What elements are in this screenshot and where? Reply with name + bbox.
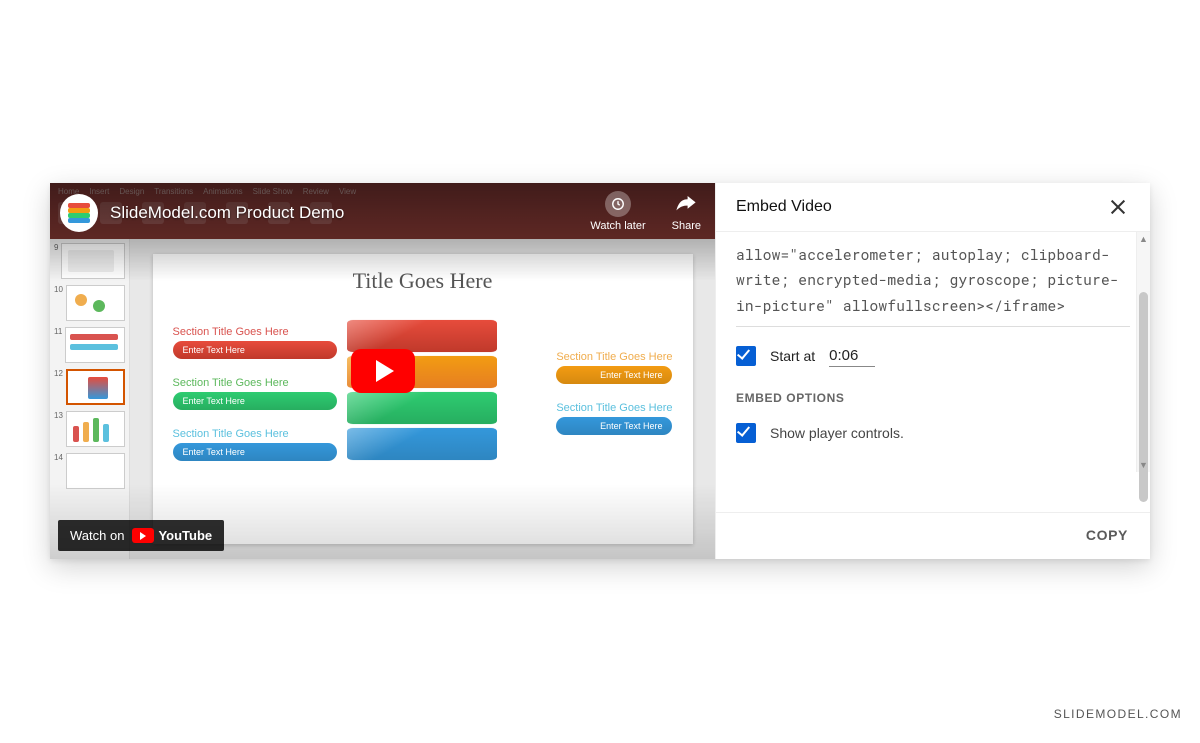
embed-panel-body: allow="accelerometer; autoplay; clipboar… bbox=[716, 232, 1150, 512]
section-block: Section Title Goes Here Enter Text Here bbox=[556, 402, 672, 435]
layer-green bbox=[347, 392, 497, 424]
section-pill: Enter Text Here bbox=[556, 366, 672, 384]
slide-thumbnail[interactable]: 13 bbox=[54, 411, 125, 447]
embed-options-heading: EMBED OPTIONS bbox=[736, 391, 1130, 405]
stacked-layers-graphic bbox=[355, 308, 490, 478]
section-block: Section Title Goes Here Enter Text Here bbox=[173, 428, 337, 461]
show-controls-row: Show player controls. bbox=[736, 423, 1130, 443]
copy-button[interactable]: COPY bbox=[1086, 527, 1128, 543]
clock-icon bbox=[605, 191, 631, 217]
video-top-actions: Watch later Share bbox=[590, 191, 701, 232]
video-preview-pane: Home Insert Design Transitions Animation… bbox=[50, 183, 715, 559]
watch-on-label: Watch on bbox=[70, 528, 124, 543]
slide-left-column: Section Title Goes Here Enter Text Here … bbox=[173, 326, 337, 461]
start-at-row: Start at bbox=[736, 345, 1130, 367]
section-title: Section Title Goes Here bbox=[173, 428, 337, 440]
watch-on-youtube-button[interactable]: Watch on YouTube bbox=[58, 520, 224, 551]
section-block: Section Title Goes Here Enter Text Here bbox=[556, 351, 672, 384]
show-controls-label: Show player controls. bbox=[770, 425, 904, 441]
embed-video-card: Home Insert Design Transitions Animation… bbox=[50, 183, 1150, 559]
youtube-logo: YouTube bbox=[132, 528, 212, 543]
video-title[interactable]: SlideModel.com Product Demo bbox=[110, 203, 344, 223]
embed-panel-title: Embed Video bbox=[736, 198, 832, 216]
slide-canvas: Title Goes Here Section Title Goes Here … bbox=[130, 239, 715, 559]
slide-title: Title Goes Here bbox=[173, 268, 673, 294]
section-pill: Enter Text Here bbox=[556, 417, 672, 435]
embed-code-block[interactable]: allow="accelerometer; autoplay; clipboar… bbox=[736, 242, 1130, 327]
scroll-down-icon[interactable]: ▼ bbox=[1137, 458, 1150, 472]
start-at-input[interactable] bbox=[829, 345, 875, 367]
section-pill: Enter Text Here bbox=[173, 443, 337, 461]
share-icon bbox=[673, 191, 699, 217]
embed-panel: Embed Video allow="accelerometer; autopl… bbox=[715, 183, 1150, 559]
start-at-label: Start at bbox=[770, 348, 815, 364]
powerpoint-workspace: 9 10 11 12 13 14 Title Goes Here Section… bbox=[50, 239, 715, 559]
slide-thumbnail[interactable]: 11 bbox=[54, 327, 125, 363]
slide-thumbnail-selected[interactable]: 12 bbox=[54, 369, 125, 405]
embed-panel-header: Embed Video bbox=[716, 183, 1150, 232]
layer-blue bbox=[347, 428, 497, 460]
embed-panel-footer: COPY bbox=[716, 512, 1150, 559]
section-block: Section Title Goes Here Enter Text Here bbox=[173, 377, 337, 410]
slide-thumbnail[interactable]: 14 bbox=[54, 453, 125, 489]
slide-content: Section Title Goes Here Enter Text Here … bbox=[173, 308, 673, 478]
watch-later-button[interactable]: Watch later bbox=[590, 191, 645, 232]
start-at-checkbox[interactable] bbox=[736, 346, 756, 366]
scroll-up-icon[interactable]: ▲ bbox=[1137, 232, 1150, 246]
slide-thumbnail[interactable]: 9 bbox=[54, 243, 125, 279]
slide: Title Goes Here Section Title Goes Here … bbox=[153, 254, 693, 544]
layer-red bbox=[347, 320, 497, 352]
slide-thumbnail[interactable]: 10 bbox=[54, 285, 125, 321]
watermark: SLIDEMODEL.COM bbox=[1054, 707, 1182, 721]
section-title: Section Title Goes Here bbox=[556, 402, 672, 414]
section-title: Section Title Goes Here bbox=[556, 351, 672, 363]
slide-thumbnail-rail[interactable]: 9 10 11 12 13 14 bbox=[50, 239, 130, 559]
show-controls-checkbox[interactable] bbox=[736, 423, 756, 443]
section-title: Section Title Goes Here bbox=[173, 326, 337, 338]
section-pill: Enter Text Here bbox=[173, 341, 337, 359]
section-pill: Enter Text Here bbox=[173, 392, 337, 410]
slide-right-column: Section Title Goes Here Enter Text Here … bbox=[508, 351, 672, 435]
close-icon[interactable] bbox=[1106, 195, 1130, 219]
section-title: Section Title Goes Here bbox=[173, 377, 337, 389]
play-button[interactable] bbox=[351, 349, 415, 393]
scrollbar[interactable]: ▲ ▼ bbox=[1136, 232, 1150, 472]
share-button[interactable]: Share bbox=[672, 191, 701, 232]
channel-avatar[interactable] bbox=[60, 194, 98, 232]
section-block: Section Title Goes Here Enter Text Here bbox=[173, 326, 337, 359]
